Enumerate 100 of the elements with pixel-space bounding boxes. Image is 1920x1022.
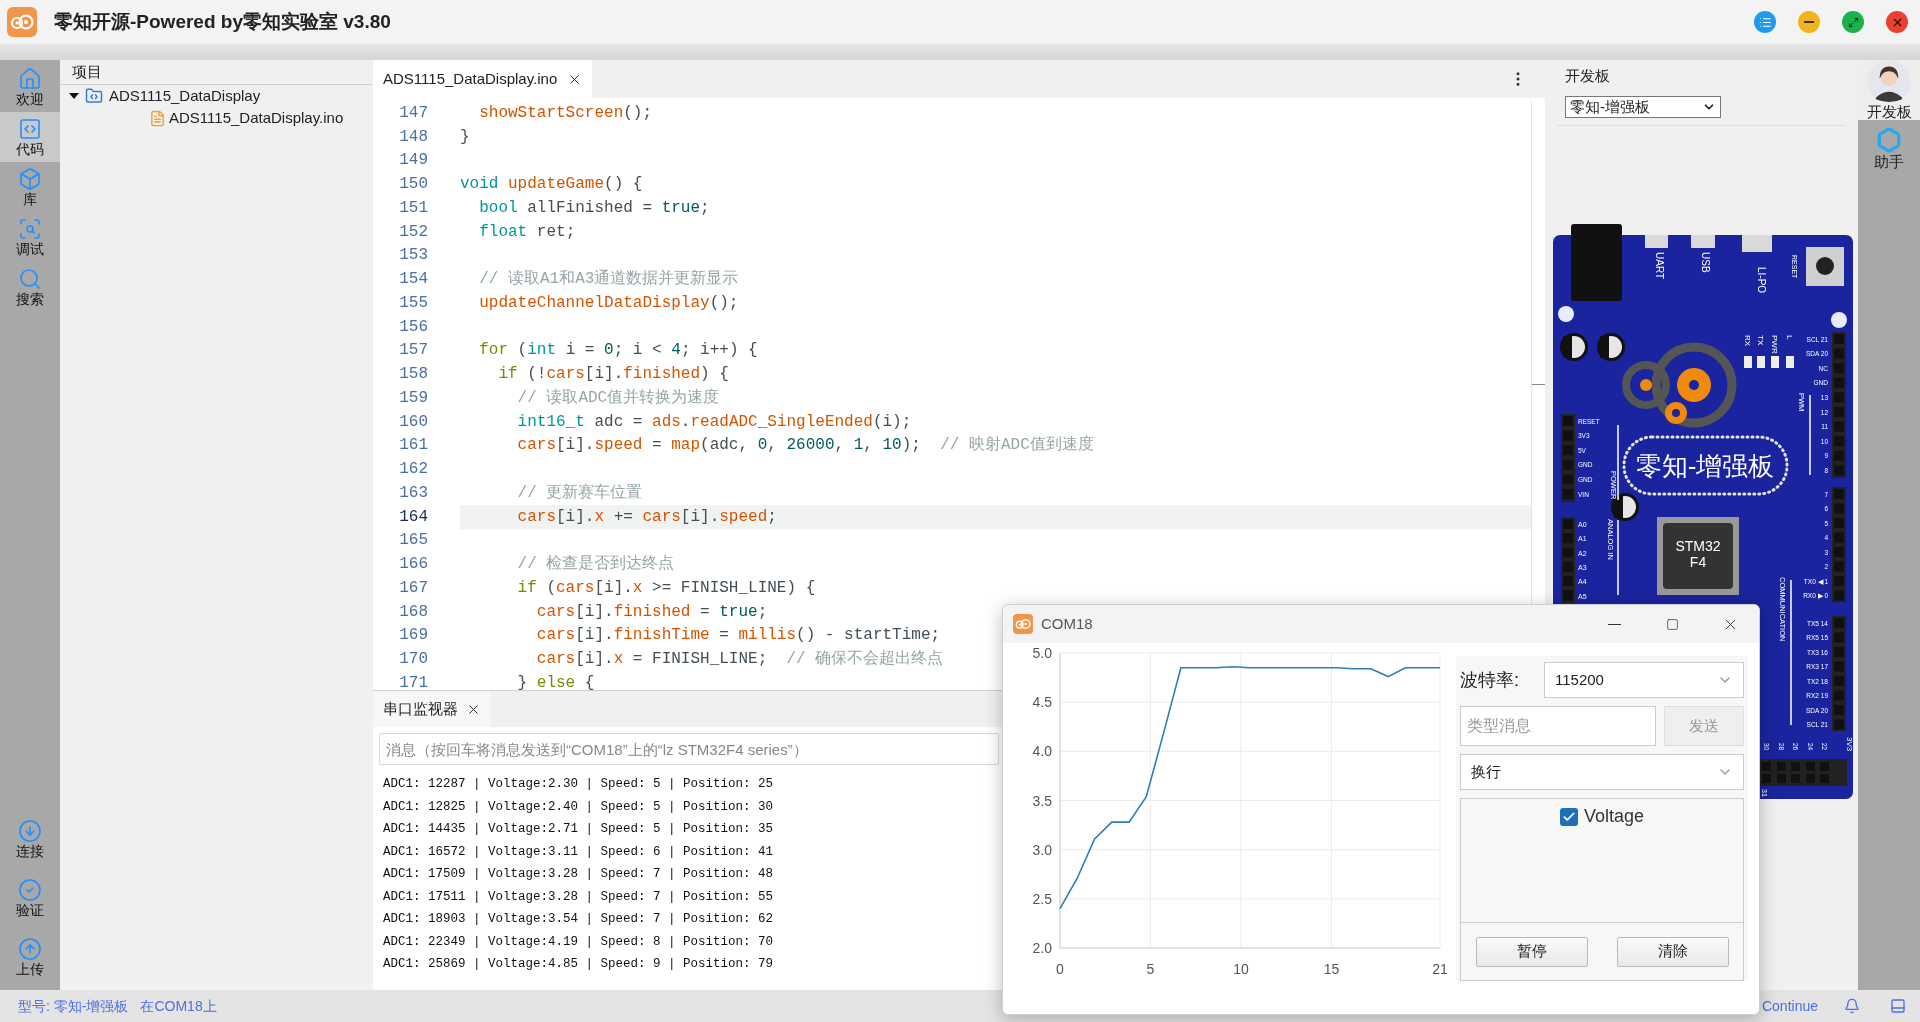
code-line: updateChannelDataDisplay(); bbox=[478, 292, 739, 314]
serial-output-line: ADC1: 16572 | Voltage:3.11 | Speed: 6 | Position: 41 bbox=[383, 843, 774, 861]
code-line: if (!cars[i].finished) { bbox=[497, 364, 729, 386]
line-number: 158 bbox=[398, 364, 428, 386]
arrow-up-icon bbox=[18, 937, 42, 961]
serial-output-line: ADC1: 25869 | Voltage:4.85 | Speed: 9 | Position: 79 bbox=[383, 956, 774, 973]
window-title: 零知开源-Powered by零知实验室 v3.80 bbox=[54, 9, 391, 34]
code-line: } else { bbox=[516, 672, 595, 690]
y-tick-label: 3.5 bbox=[1032, 792, 1052, 809]
y-tick-label: 2.0 bbox=[1032, 940, 1052, 956]
line-number: 166 bbox=[398, 554, 428, 576]
checkbox[interactable] bbox=[1559, 807, 1578, 826]
message-input[interactable]: 类型消息 bbox=[1460, 706, 1656, 746]
sidebar-item[interactable]: 连接 bbox=[0, 814, 60, 864]
code-line: showStartScreen(); bbox=[478, 102, 653, 124]
line-number: 171 bbox=[398, 672, 428, 690]
code-line: int16_t adc = ads.readADC_SingleEnded(i); bbox=[516, 411, 912, 433]
sidebar-item[interactable]: 代码 bbox=[0, 112, 60, 162]
code-line: // 更新赛车位置 bbox=[516, 482, 643, 504]
serial-output-line: ADC1: 12825 | Voltage:2.40 | Speed: 5 | Position: 30 bbox=[383, 798, 774, 816]
line-number: 159 bbox=[398, 387, 428, 409]
caret-icon bbox=[69, 91, 79, 101]
sidebar-item[interactable]: 验证 bbox=[0, 873, 60, 923]
magnifier-icon bbox=[18, 217, 42, 241]
line-number: 147 bbox=[398, 102, 428, 124]
line-number: 169 bbox=[398, 625, 428, 647]
minimize-icon bbox=[1804, 21, 1814, 23]
sidebar-item[interactable]: 开发板 bbox=[1858, 60, 1920, 120]
sidebar-item[interactable]: 助手 bbox=[1858, 120, 1920, 176]
pin-label: 3V3 bbox=[1845, 737, 1854, 752]
board-select[interactable]: 零知-增强板 bbox=[1565, 96, 1721, 118]
line-number: 157 bbox=[398, 340, 428, 362]
window-title: COM18 bbox=[1041, 613, 1093, 634]
minimize-icon bbox=[1607, 623, 1621, 625]
continue-status[interactable]: Continue bbox=[1761, 995, 1818, 1017]
sidebar-item[interactable]: 搜索 bbox=[0, 262, 60, 312]
serial-output-line: ADC1: 18903 | Voltage:3.54 | Speed: 7 | Position: 62 bbox=[383, 911, 774, 928]
panel-header: 开发板 bbox=[1565, 66, 1611, 86]
cube-icon bbox=[18, 167, 42, 191]
editor-tab[interactable]: ADS1115_DataDisplay.ino bbox=[373, 60, 593, 98]
line-number: 164 bbox=[398, 506, 428, 528]
maximize-button[interactable] bbox=[1842, 11, 1864, 33]
panel-tab[interactable]: 串口监视器 bbox=[373, 691, 491, 727]
code-line: cars[i].speed = map(adc, 0, 26000, 1, 10); // 映射ADC值到速度 bbox=[516, 434, 1094, 457]
code-line: if (cars[i].x >= FINISH_LINE) { bbox=[516, 577, 816, 599]
avatar-icon bbox=[1866, 60, 1912, 103]
serial-output-line: ADC1: 22349 | Voltage:4.19 | Speed: 8 | Position: 70 bbox=[383, 933, 774, 951]
tree-item[interactable]: ADS1115_DataDisplay bbox=[60, 85, 373, 107]
close-button[interactable] bbox=[1886, 11, 1908, 33]
serial-output-line: ADC1: 14435 | Voltage:2.71 | Speed: 5 | Position: 35 bbox=[383, 821, 774, 838]
sidebar-item[interactable]: 欢迎 bbox=[0, 62, 60, 112]
y-tick-label: 5.0 bbox=[1032, 645, 1052, 661]
minimize-button[interactable] bbox=[1798, 11, 1820, 33]
tree-item[interactable]: ADS1115_DataDisplay.ino bbox=[60, 107, 373, 129]
sidebar-item[interactable]: 库 bbox=[0, 162, 60, 212]
search-icon bbox=[18, 267, 42, 291]
code-icon bbox=[18, 117, 42, 141]
y-tick-label: 4.0 bbox=[1032, 743, 1052, 760]
file-icon bbox=[149, 109, 166, 127]
sidebar-item[interactable]: 调试 bbox=[0, 212, 60, 262]
line-number: 163 bbox=[398, 482, 428, 504]
sidebar-item[interactable]: 上传 bbox=[0, 932, 60, 982]
x-tick-label: 0 bbox=[1056, 961, 1064, 977]
line-number: 151 bbox=[398, 197, 428, 219]
y-tick-label: 3.0 bbox=[1032, 841, 1052, 858]
panel-icon[interactable] bbox=[1890, 998, 1906, 1014]
line-number: 154 bbox=[398, 269, 428, 291]
maximize-icon bbox=[1847, 16, 1859, 28]
code-line: cars[i].finishTime = millis() - startTime; bbox=[535, 625, 941, 647]
line-number: 167 bbox=[398, 577, 428, 599]
connector-label: LI-PO bbox=[1756, 267, 1767, 294]
baud-select[interactable]: 115200 bbox=[1544, 662, 1744, 698]
line-number: 162 bbox=[398, 459, 428, 481]
line-ending-select[interactable]: 换行 bbox=[1460, 754, 1744, 790]
y-tick-label: 2.5 bbox=[1032, 890, 1052, 907]
x-tick-label: 5 bbox=[1146, 961, 1155, 977]
board-name: 零知-增强板 bbox=[1635, 451, 1775, 481]
message-input[interactable]: 消息（按回车将消息发送到“COM18”上的“lz STM32F4 series”） bbox=[379, 733, 999, 765]
action-button[interactable]: 清除 bbox=[1616, 936, 1729, 967]
code-line: cars[i].x = FINISH_LINE; // 确保不会超出终点 bbox=[535, 648, 944, 671]
app-logo-icon bbox=[1013, 614, 1033, 634]
led-label: TX bbox=[1756, 335, 1765, 346]
arrow-down-icon bbox=[18, 819, 42, 843]
bell-icon[interactable] bbox=[1844, 998, 1860, 1014]
port-status: 在COM18上 bbox=[140, 996, 217, 1016]
panel-header: 项目 bbox=[72, 61, 102, 82]
folder-icon bbox=[85, 87, 103, 105]
line-number: 165 bbox=[398, 530, 428, 552]
y-tick-label: 4.5 bbox=[1032, 694, 1052, 711]
line-number: 150 bbox=[398, 174, 428, 196]
line-number: 160 bbox=[398, 411, 428, 433]
check-icon bbox=[18, 878, 42, 902]
line-number: 161 bbox=[398, 435, 428, 457]
maximize-icon bbox=[1665, 617, 1679, 631]
line-number: 170 bbox=[398, 649, 428, 671]
menu-button[interactable] bbox=[1754, 11, 1776, 33]
code-line: // 检查是否到达终点 bbox=[516, 553, 675, 576]
series-checkbox[interactable]: Voltage bbox=[1559, 803, 1645, 830]
action-button[interactable]: 暂停 bbox=[1475, 936, 1588, 967]
connector-label: USB bbox=[1700, 252, 1711, 273]
